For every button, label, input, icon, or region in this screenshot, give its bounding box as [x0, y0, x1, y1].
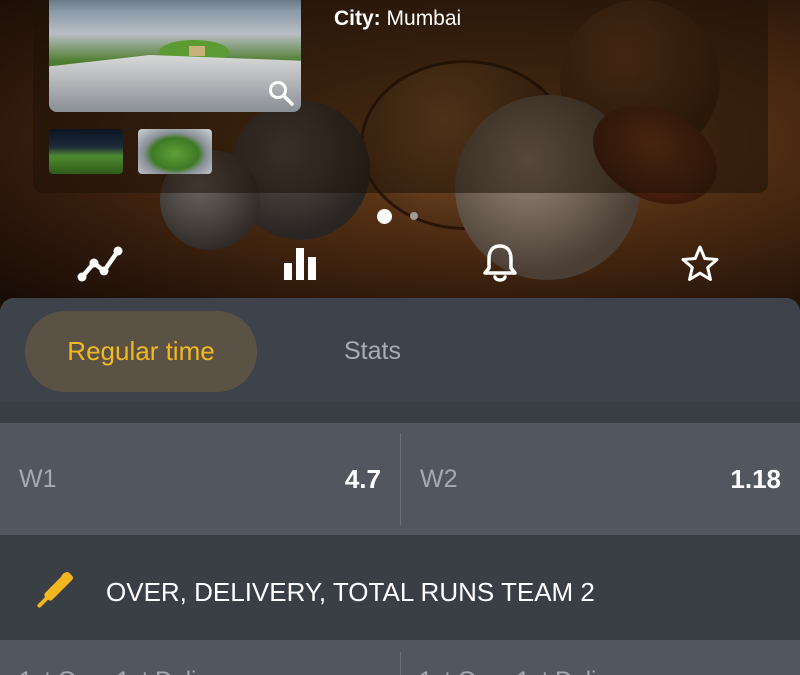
- tab-stats[interactable]: Stats: [300, 311, 445, 392]
- odds-value: 1.18: [730, 463, 781, 494]
- odds-label[interactable]: 1st Over 1st Deli: [419, 667, 596, 675]
- tab-regular-time[interactable]: Regular time: [25, 311, 257, 392]
- over-delivery-row: 1st Over 1st Deli 1st Over 1st Deli: [0, 640, 800, 675]
- search-icon[interactable]: [266, 78, 296, 108]
- cricket-bat-icon: [37, 572, 73, 608]
- odds-label[interactable]: 1st Over 1st Deli: [19, 667, 196, 675]
- stadium-thumbnail-2[interactable]: [138, 129, 212, 174]
- star-icon: [681, 245, 719, 281]
- bar-chart-icon: [284, 248, 316, 280]
- odds-value: 4.7: [344, 463, 381, 494]
- stadium-thumbnail-1[interactable]: [49, 129, 123, 174]
- odds-w1[interactable]: W1 4.7: [0, 423, 400, 535]
- notifications-button[interactable]: [475, 238, 525, 288]
- odds-label: W2: [420, 464, 458, 493]
- favorite-button[interactable]: [675, 238, 725, 288]
- carousel-dot-active[interactable]: [377, 209, 392, 224]
- match-winner-row: W1 4.7 W2 1.18: [0, 423, 800, 535]
- carousel-dot[interactable]: [410, 212, 418, 220]
- bar-chart-button[interactable]: [275, 238, 325, 288]
- odds-label: W1: [19, 464, 57, 493]
- divider: [400, 652, 401, 675]
- bell-icon: [483, 244, 517, 282]
- market-header[interactable]: OVER, DELIVERY, TOTAL RUNS TEAM 2: [0, 545, 800, 639]
- line-chart-icon: [77, 246, 123, 282]
- odds-w2[interactable]: W2 1.18: [401, 423, 800, 535]
- city-label: City:: [334, 7, 381, 30]
- venue-city: City: Mumbai: [334, 7, 461, 31]
- city-value: Mumbai: [386, 7, 462, 30]
- market-title: OVER, DELIVERY, TOTAL RUNS TEAM 2: [106, 576, 595, 607]
- stadium-photo[interactable]: [49, 0, 301, 112]
- line-chart-button[interactable]: [75, 238, 125, 288]
